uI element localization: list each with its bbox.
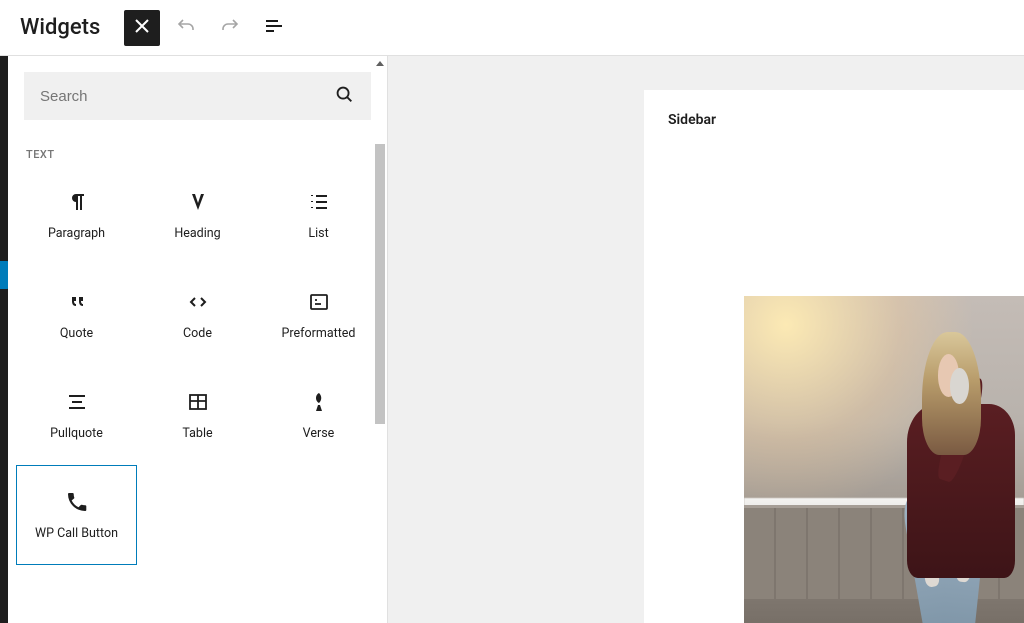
- undo-button[interactable]: [168, 10, 204, 46]
- block-quote[interactable]: Quote: [16, 265, 137, 365]
- list-view-icon: [262, 14, 286, 41]
- phone-icon: [65, 490, 89, 514]
- block-preformatted[interactable]: Preformatted: [258, 265, 379, 365]
- scroll-up-icon[interactable]: [373, 56, 387, 70]
- block-wp-call-button[interactable]: WP Call Button: [16, 465, 137, 565]
- block-inserter-panel: TEXT Paragraph Heading: [8, 56, 388, 623]
- search-box[interactable]: [24, 72, 371, 120]
- quote-icon: [65, 290, 89, 314]
- search-icon: [333, 83, 355, 109]
- block-label: Verse: [303, 426, 335, 441]
- widget-area-title: Sidebar: [668, 112, 1000, 128]
- app-root: Widgets: [0, 0, 1024, 623]
- block-label: WP Call Button: [35, 526, 118, 541]
- redo-icon: [218, 14, 242, 41]
- scrollbar-thumb[interactable]: [375, 144, 385, 424]
- preformatted-icon: [307, 290, 331, 314]
- block-label: Code: [183, 326, 212, 341]
- block-label: Pullquote: [50, 426, 103, 441]
- block-label: Table: [182, 426, 212, 441]
- block-label: Heading: [174, 226, 220, 241]
- block-label: Quote: [60, 326, 93, 341]
- search-input[interactable]: [40, 88, 325, 105]
- block-heading[interactable]: Heading: [137, 165, 258, 265]
- block-pullquote[interactable]: Pullquote: [16, 365, 137, 465]
- preview-image: [744, 296, 1024, 623]
- block-code[interactable]: Code: [137, 265, 258, 365]
- block-grid: Paragraph Heading List: [8, 165, 387, 577]
- block-list[interactable]: List: [258, 165, 379, 265]
- code-icon: [186, 290, 210, 314]
- close-inserter-button[interactable]: [124, 10, 160, 46]
- search-row: [8, 56, 387, 136]
- paragraph-icon: [65, 190, 89, 214]
- verse-icon: [307, 390, 331, 414]
- redo-button[interactable]: [212, 10, 248, 46]
- close-icon: [130, 14, 154, 41]
- editor-canvas: Sidebar: [388, 56, 1024, 623]
- list-icon: [307, 190, 331, 214]
- table-icon: [186, 390, 210, 414]
- person-figure: [870, 296, 1024, 623]
- pullquote-icon: [65, 390, 89, 414]
- block-label: Preformatted: [282, 326, 356, 341]
- widget-area-sidebar[interactable]: Sidebar: [644, 90, 1024, 623]
- admin-bar-stripe: [0, 56, 8, 623]
- editor-body: TEXT Paragraph Heading: [0, 56, 1024, 623]
- category-label: TEXT: [8, 136, 387, 165]
- inserter-scrollbar[interactable]: [373, 56, 387, 623]
- top-toolbar: Widgets: [0, 0, 1024, 56]
- undo-icon: [174, 14, 198, 41]
- block-label: Paragraph: [48, 226, 105, 241]
- block-verse[interactable]: Verse: [258, 365, 379, 465]
- block-paragraph[interactable]: Paragraph: [16, 165, 137, 265]
- block-label: List: [308, 226, 328, 241]
- list-view-button[interactable]: [256, 10, 292, 46]
- heading-icon: [186, 190, 210, 214]
- page-title: Widgets: [20, 15, 100, 40]
- hand-mitten: [950, 368, 968, 404]
- block-table[interactable]: Table: [137, 365, 258, 465]
